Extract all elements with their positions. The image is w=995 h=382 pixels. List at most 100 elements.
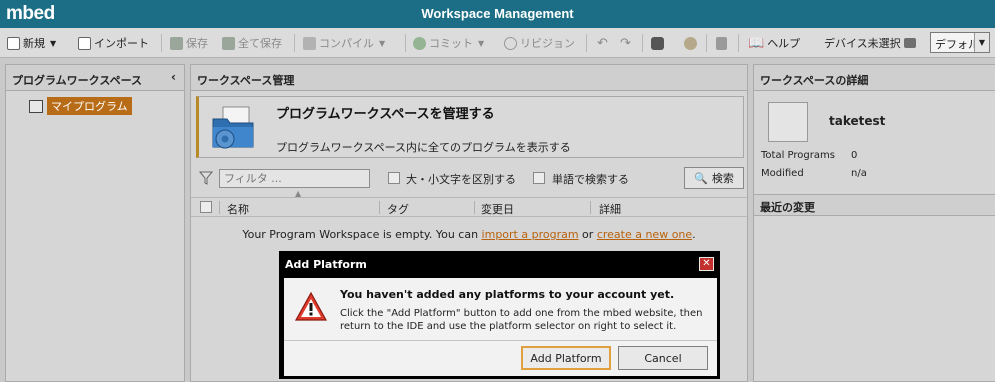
banner-subtitle: プログラムワークスペース内に全てのプログラムを表示する [276,141,571,154]
panel-title: ワークスペースの詳細 [760,74,869,87]
window-title: Workspace Management [421,6,574,21]
clock-icon [504,36,517,50]
commit-icon [413,36,426,50]
filter-icon [199,171,213,185]
wrench-icon [716,36,727,50]
chevron-down-icon: ▼ [478,38,485,48]
title-bar: mbed Workspace Management [0,0,995,28]
import-label: インポート [94,37,149,50]
cancel-button[interactable]: Cancel [618,346,708,370]
panel-header: プログラムワークスペース ‹ [6,65,184,91]
column-divider [379,201,380,214]
case-sensitive-checkbox[interactable] [388,172,400,184]
empty-suffix: . [692,228,696,241]
import-program-link[interactable]: import a program [482,228,579,241]
empty-middle: or [578,228,597,241]
collapse-icon[interactable]: ‹ [171,70,176,84]
tree-item-label: マイプログラム [47,97,132,115]
column-divider [590,201,591,214]
folder-gear-icon [212,106,254,149]
panel-title: プログラムワークスペース [12,74,143,87]
panel-header: ワークスペースの詳細 [754,65,995,91]
new-label: 新規 [23,37,45,50]
recent-changes-title: 最近の変更 [760,201,815,214]
undo-button[interactable]: ↶ [597,35,608,51]
binoculars-icon [651,36,664,50]
toolbar-divider [294,34,295,52]
modified-value: n/a [851,168,867,179]
redo-button[interactable]: ↷ [620,35,631,51]
save-button[interactable]: 保存 [170,35,208,51]
revision-button[interactable]: リビジョン [504,35,575,51]
info-banner: プログラムワークスペースを管理する プログラムワークスペース内に全てのプログラム… [196,96,744,158]
workspace-name: taketest [829,114,886,128]
column-header-name[interactable]: 名称 [227,201,249,217]
new-file-icon [7,36,20,50]
device-icon [903,38,916,48]
column-header-details[interactable]: 詳細 [599,201,621,217]
banner-title: プログラムワークスペースを管理する [276,107,495,122]
help-button[interactable]: 📖 ヘルプ [748,35,800,51]
toolbar-divider [642,34,643,52]
new-button[interactable]: 新規 ▼ [7,35,56,51]
filter-input[interactable] [219,169,370,188]
whole-word-label: 単語で検索する [552,173,629,186]
search-button-label: 検索 [711,172,734,185]
save-all-label: 全て保存 [238,37,282,50]
recent-changes-header: 最近の変更 [754,194,995,216]
redo-icon: ↷ [620,35,631,51]
revision-label: リビジョン [520,37,575,50]
compile-button[interactable]: コンパイル ▼ [303,35,385,51]
column-header-tag[interactable]: タグ [387,201,409,217]
profile-value: デフォルト [935,38,975,51]
save-all-button[interactable]: 全て保存 [222,35,282,51]
find-button[interactable] [651,35,664,51]
import-button[interactable]: インポート [78,35,149,51]
chevron-down-icon[interactable]: ▼ [974,33,989,52]
program-workspace-panel: プログラムワークスペース ‹ マイプログラム [5,64,185,382]
toolbar-divider [161,34,162,52]
modified-label: Modified [761,168,804,179]
gear-icon [684,36,697,50]
toolbar-divider [706,34,707,52]
add-platform-button[interactable]: Add Platform [521,346,611,370]
profile-select[interactable]: デフォルト ▼ [930,32,990,53]
book-icon: 📖 [748,35,765,51]
tools-button[interactable] [716,35,727,51]
save-label: 保存 [186,37,208,50]
toolbar-divider [586,34,587,52]
commit-label: コミット [429,37,473,50]
save-icon [170,36,183,50]
search-icon: 🔍 [694,171,708,185]
dialog-title: Add Platform [285,258,367,271]
toolbar: 新規 ▼ インポート 保存 全て保存 コンパイル ▼ コミット ▼ リビジョン … [0,28,995,58]
select-all-checkbox[interactable] [200,201,212,213]
chevron-down-icon: ▼ [379,38,386,48]
panel-header: ワークスペース管理 [191,65,747,91]
toolbar-divider [405,34,406,52]
workspace-details-panel: ワークスペースの詳細 taketest Total Programs 0 Mod… [753,64,995,382]
commit-button[interactable]: コミット ▼ [413,35,484,51]
column-divider [474,201,475,214]
panel-title: ワークスペース管理 [197,74,295,87]
create-new-link[interactable]: create a new one [597,228,692,241]
tree-item-my-programs[interactable]: マイプログラム [29,97,132,115]
compile-icon [303,36,316,50]
search-button[interactable]: 🔍 検索 [684,167,744,189]
table-header: ▲ 名称 タグ 変更日 詳細 [191,189,747,217]
total-programs-label: Total Programs [761,150,835,161]
add-platform-dialog: Add Platform ✕ You haven't added any pla… [279,251,720,379]
close-icon[interactable]: ✕ [699,257,714,271]
dialog-footer: Add Platform Cancel [284,340,717,376]
total-programs-value: 0 [851,150,858,161]
dialog-message: Click the "Add Platform" button to add o… [340,308,703,332]
settings-button[interactable] [684,35,697,51]
whole-word-checkbox[interactable] [533,172,545,184]
device-label: デバイス未選択 [824,37,901,50]
compile-label: コンパイル [319,37,374,50]
add-platform-button-label: Add Platform [530,351,602,365]
warning-icon [294,291,328,321]
cancel-button-label: Cancel [644,351,682,365]
column-header-modified[interactable]: 変更日 [481,201,514,217]
device-selector[interactable]: デバイス未選択 [824,35,916,51]
